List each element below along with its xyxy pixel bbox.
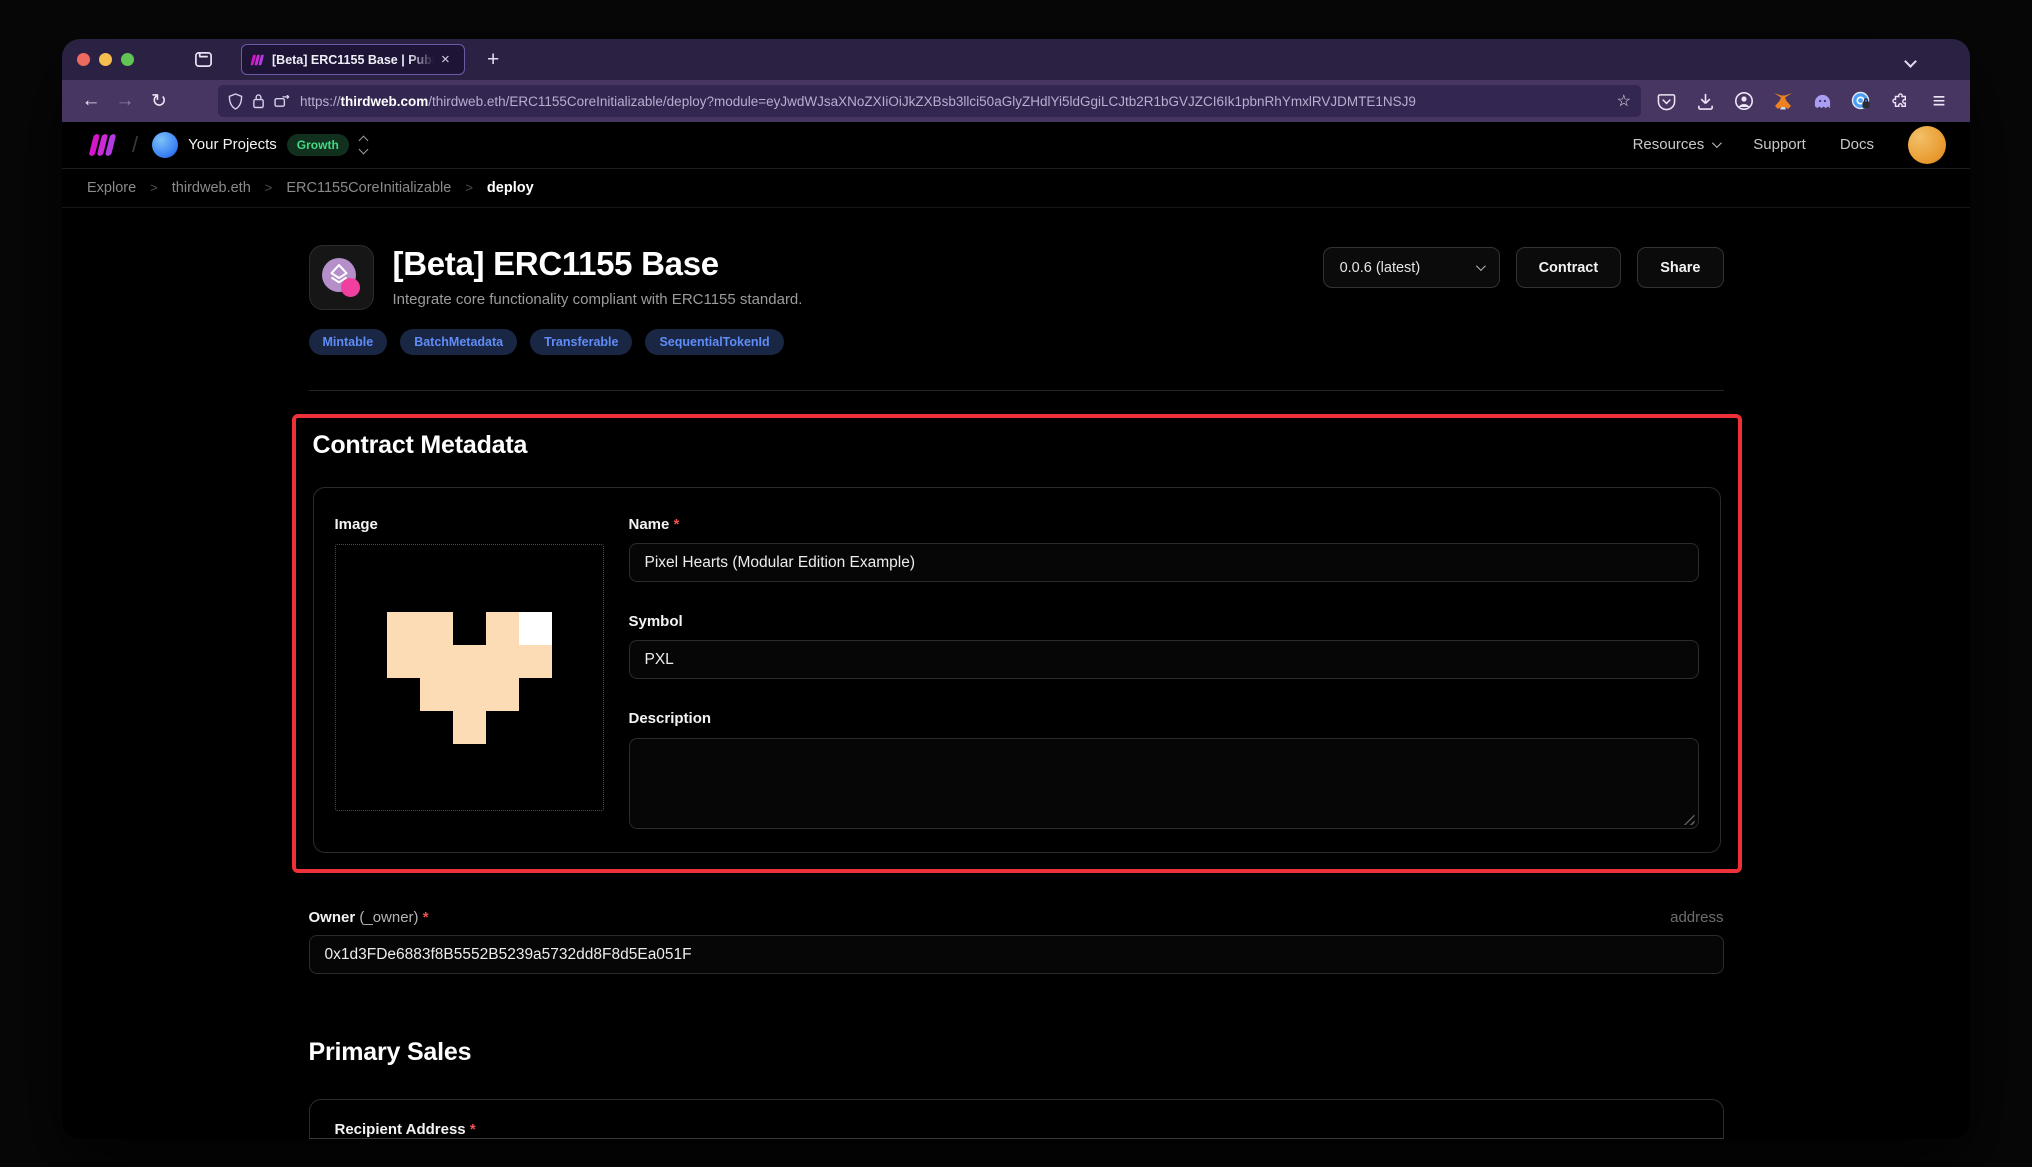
new-tab-button[interactable]: + (487, 48, 499, 72)
highlighted-contract-metadata-section: Contract Metadata Image Name * Symbol De… (291, 414, 1742, 873)
traffic-light-close[interactable] (77, 53, 90, 66)
browser-tab[interactable]: [Beta] ERC1155 Base | Publishe × (241, 44, 465, 75)
badge-mintable[interactable]: Mintable (308, 329, 388, 355)
back-button[interactable]: ← (76, 86, 106, 116)
chevron-down-icon (1475, 261, 1486, 272)
symbol-input[interactable] (628, 640, 1699, 679)
description-textarea[interactable] (628, 738, 1699, 829)
firefox-view-icon[interactable] (194, 50, 213, 69)
nav-docs[interactable]: Docs (1840, 136, 1874, 153)
account-icon[interactable] (1733, 90, 1755, 112)
nav-support[interactable]: Support (1753, 136, 1806, 153)
pocket-icon[interactable] (1655, 90, 1677, 112)
badge-batchmetadata[interactable]: BatchMetadata (400, 329, 518, 355)
page-content: / Your Projects Growth Resources Support… (62, 122, 1970, 1139)
thirdweb-logo[interactable] (86, 133, 120, 157)
breadcrumb-explore[interactable]: Explore (87, 180, 136, 196)
extensions-puzzle-icon[interactable] (1889, 90, 1911, 112)
lock-icon[interactable] (252, 93, 265, 109)
breadcrumb-publisher[interactable]: thirdweb.eth (172, 180, 251, 196)
name-label: Name * (628, 516, 680, 533)
badge-sequentialtokenid[interactable]: SequentialTokenId (645, 329, 784, 355)
wallet-extension-icon[interactable] (1850, 90, 1872, 112)
breadcrumb-deploy: deploy (486, 179, 534, 196)
browser-window: [Beta] ERC1155 Base | Publishe × + ← → ↻… (62, 39, 1970, 1139)
project-switcher-chevrons-icon[interactable] (358, 135, 369, 155)
navigation-toolbar: ← → ↻ https://thirdweb.com/thirdweb.eth/… (62, 80, 1970, 122)
page-title: [Beta] ERC1155 Base (392, 245, 720, 282)
tab-close-icon[interactable]: × (441, 52, 450, 67)
traffic-light-minimize[interactable] (99, 53, 112, 66)
owner-address-input[interactable] (308, 935, 1724, 974)
extension-badges: Mintable BatchMetadata Transferable Sequ… (308, 329, 1724, 355)
page-subtitle: Integrate core functionality compliant w… (392, 291, 803, 308)
breadcrumb-separator: > (150, 180, 158, 196)
plan-badge: Growth (286, 133, 349, 156)
list-tabs-chevron-icon[interactable] (1904, 53, 1917, 71)
permissions-icon[interactable] (274, 94, 291, 108)
downloads-icon[interactable] (1694, 90, 1716, 112)
recipient-address-label: Recipient Address * (334, 1121, 476, 1138)
primary-sales-card: Recipient Address * (308, 1099, 1724, 1139)
contract-icon (308, 245, 374, 310)
breadcrumb-separator: > (264, 180, 273, 196)
resize-grip-icon[interactable] (1683, 814, 1695, 825)
contract-button[interactable]: Contract (1515, 247, 1622, 288)
nav-resources[interactable]: Resources (1633, 136, 1723, 153)
address-bar[interactable]: https://thirdweb.com/thirdweb.eth/ERC115… (218, 85, 1641, 117)
contract-metadata-title: Contract Metadata (312, 431, 528, 459)
symbol-label: Symbol (628, 613, 683, 630)
image-label: Image (334, 516, 378, 533)
site-header: / Your Projects Growth Resources Support… (62, 122, 1970, 169)
project-avatar (152, 131, 179, 158)
pixel-heart-image (386, 611, 552, 744)
tab-title: [Beta] ERC1155 Base | Publishe (272, 52, 434, 67)
share-button[interactable]: Share (1637, 247, 1724, 288)
deploy-form: [Beta] ERC1155 Base Integrate core funct… (291, 208, 1742, 1139)
tracking-protection-shield-icon[interactable] (228, 92, 243, 110)
required-asterisk: * (422, 909, 429, 926)
user-avatar[interactable] (1908, 125, 1946, 164)
phantom-extension-icon[interactable] (1811, 90, 1833, 112)
section-divider (308, 390, 1724, 391)
breadcrumb: Explore > thirdweb.eth > ERC1155CoreInit… (62, 169, 1970, 208)
breadcrumb-contract[interactable]: ERC1155CoreInitializable (286, 180, 451, 196)
badge-transferable[interactable]: Transferable (530, 329, 633, 355)
contract-metadata-card: Image Name * Symbol Description (312, 487, 1721, 853)
window-controls[interactable] (77, 53, 134, 66)
required-asterisk: * (673, 516, 680, 533)
metamask-extension-icon[interactable] (1772, 90, 1794, 112)
owner-label: Owner (_owner) * (308, 909, 429, 926)
forward-button[interactable]: → (110, 86, 140, 116)
tab-favicon (250, 54, 264, 65)
tab-bar: [Beta] ERC1155 Base | Publishe × + (62, 39, 1970, 80)
breadcrumb-separator: > (465, 180, 473, 196)
description-label: Description (628, 710, 712, 727)
traffic-light-zoom[interactable] (121, 53, 134, 66)
owner-type-hint: address (1670, 909, 1724, 926)
name-input[interactable] (628, 543, 1699, 582)
menu-hamburger-icon[interactable]: ≡ (1928, 88, 1950, 113)
url-text[interactable]: https://thirdweb.com/thirdweb.eth/ERC115… (300, 93, 1608, 109)
chevron-down-icon (1712, 138, 1723, 149)
required-asterisk: * (469, 1121, 476, 1138)
image-upload-dropzone[interactable] (334, 544, 604, 811)
project-switcher[interactable]: Your Projects (188, 136, 277, 153)
primary-sales-title: Primary Sales (308, 1038, 472, 1066)
bookmark-star-icon[interactable]: ☆ (1617, 91, 1631, 111)
header-divider-slash: / (132, 131, 139, 157)
version-select[interactable]: 0.0.6 (latest) (1322, 247, 1500, 288)
reload-button[interactable]: ↻ (144, 86, 174, 116)
